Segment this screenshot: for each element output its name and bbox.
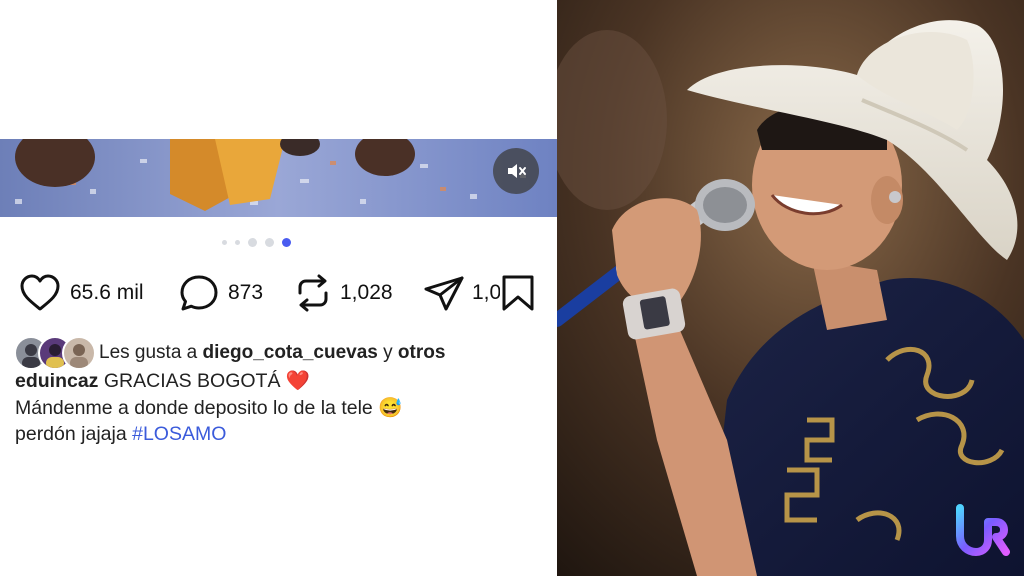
liked-by-row[interactable]: Les gusta a diego_cota_cuevas y otros <box>14 336 445 370</box>
carousel-dot <box>248 238 257 247</box>
like-button[interactable]: 65.6 mil <box>18 272 144 314</box>
comment-icon <box>180 275 218 311</box>
caption-username[interactable]: eduincaz <box>15 370 98 392</box>
send-icon <box>424 276 464 311</box>
save-button[interactable] <box>500 272 536 314</box>
caption-line-1: GRACIAS BOGOTÁ ❤️ <box>103 370 311 392</box>
caption-line-3: perdón jajaja <box>15 423 127 445</box>
liked-by-prefix: Les gusta a <box>99 342 198 363</box>
liked-by-joiner: y <box>383 342 393 363</box>
post-media[interactable] <box>0 139 557 217</box>
instagram-post-panel: 65.6 mil 873 1,028 1,063 Les gusta a die… <box>0 0 557 576</box>
carousel-dot-active <box>282 238 291 247</box>
repost-icon <box>298 274 328 312</box>
carousel-dot <box>235 240 240 245</box>
repost-count: 1,028 <box>340 281 393 304</box>
mute-button[interactable] <box>493 148 539 194</box>
caption-line-2: Mándenme a donde deposito lo de la tele … <box>15 396 403 419</box>
watermark-logo-icon <box>956 504 1010 556</box>
comment-count: 873 <box>228 281 264 304</box>
caption-hashtag[interactable]: #LOSAMO <box>132 423 226 445</box>
heart-icon <box>20 274 60 311</box>
liked-by-text: Les gusta a diego_cota_cuevas y otros <box>99 342 445 364</box>
comment-button[interactable]: 873 <box>178 272 263 314</box>
speaker-muted-icon <box>508 164 526 178</box>
avatar <box>62 336 96 370</box>
carousel-dot <box>265 238 274 247</box>
like-count: 65.6 mil <box>70 281 144 304</box>
liker-avatars <box>14 336 96 370</box>
carousel-indicator <box>222 238 291 247</box>
singer-photo <box>557 0 1024 576</box>
carousel-dot <box>222 240 227 245</box>
post-caption: eduincaz GRACIAS BOGOTÁ ❤️ Mándenme a do… <box>15 368 545 448</box>
liked-by-others[interactable]: otros <box>398 342 446 363</box>
bookmark-icon <box>502 275 534 311</box>
repost-button[interactable]: 1,028 <box>294 272 393 314</box>
liked-by-username[interactable]: diego_cota_cuevas <box>203 342 378 363</box>
